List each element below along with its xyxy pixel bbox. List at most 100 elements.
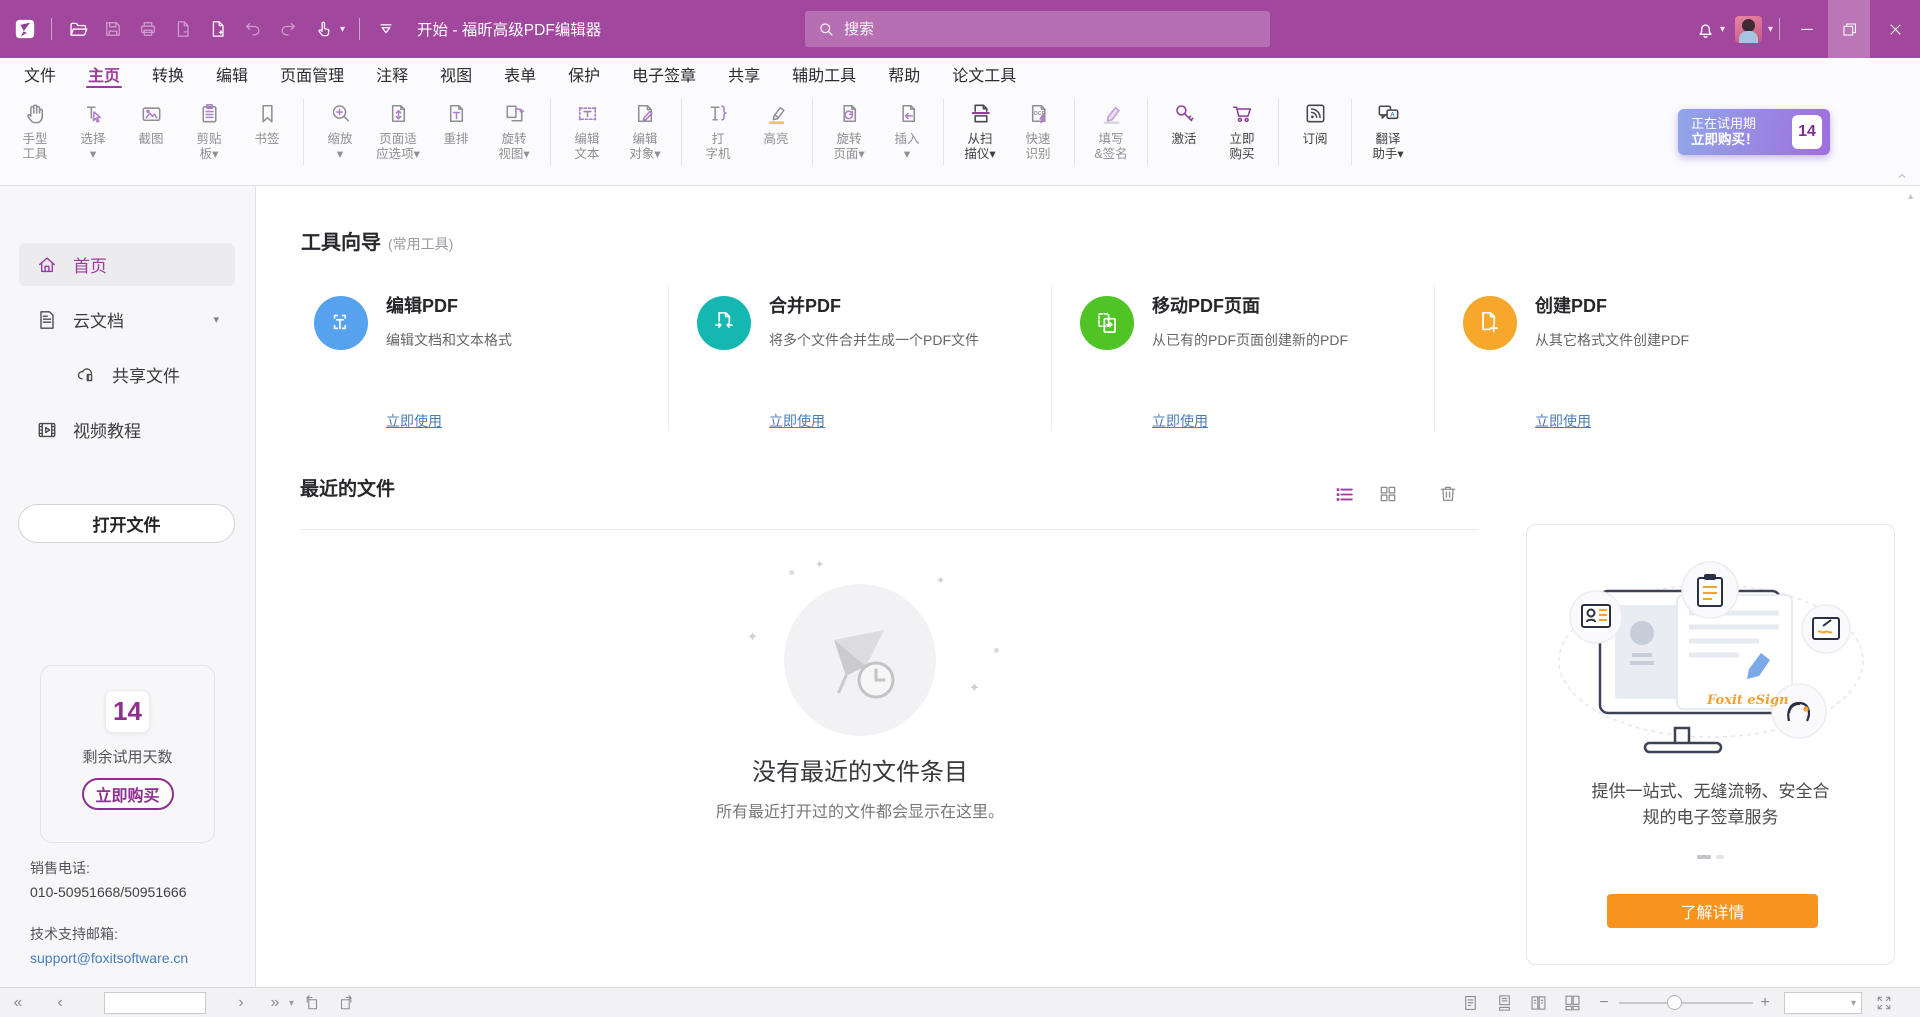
zoom-slider-track[interactable] — [1619, 1002, 1753, 1004]
page-number-input[interactable] — [105, 993, 289, 1013]
ribbon-button-subscribe[interactable]: 订阅 — [1288, 95, 1342, 165]
ribbon-group: 打字机高亮 — [691, 95, 803, 165]
menu-tab-file[interactable]: 文件 — [8, 58, 72, 88]
customize-toolbar-icon[interactable] — [374, 17, 398, 41]
minimize-button[interactable] — [1786, 0, 1828, 58]
use-now-link-edit-pdf[interactable]: 立即使用 — [386, 411, 442, 431]
ribbon-button-select-cursor[interactable]: 选择▾ — [66, 95, 120, 165]
zoom-in-button[interactable]: + — [1757, 988, 1773, 1017]
menu-tab-paper-tools[interactable]: 论文工具 — [936, 58, 1032, 88]
page-remove-icon[interactable] — [171, 17, 195, 41]
tool-card-title: 编辑PDF — [386, 292, 512, 318]
id-card-icon — [1570, 591, 1622, 643]
ribbon-button-fill-sign[interactable]: 填写&签名 — [1084, 95, 1138, 165]
ribbon-button-rotate-view[interactable]: 旋转视图▾ — [487, 95, 541, 165]
menu-tab-convert[interactable]: 转换 — [136, 58, 200, 88]
notification-caret-icon[interactable]: ▾ — [1720, 24, 1725, 35]
use-now-link-move-pdf-pages[interactable]: 立即使用 — [1152, 411, 1208, 431]
page-number-field[interactable]: ▾ — [104, 992, 206, 1014]
buy-now-button[interactable]: 立即购买 — [82, 778, 174, 810]
scrollbar-up-icon[interactable]: ▲ — [1906, 191, 1915, 201]
menu-tab-page-manage[interactable]: 页面管理 — [264, 58, 360, 88]
sidebar-item-home[interactable]: 首页 — [19, 243, 235, 286]
first-page-button[interactable]: « — [8, 988, 28, 1017]
open-file-icon[interactable] — [66, 17, 90, 41]
ribbon-button-insert-page[interactable]: 插入▾ — [880, 95, 934, 165]
ribbon-button-fit-page[interactable]: 页面适应选项▾ — [371, 95, 425, 165]
ribbon-button-hand-tool[interactable]: 手型工具 — [8, 95, 62, 165]
menu-tab-esign[interactable]: 电子签章 — [616, 58, 712, 88]
menu-tab-help[interactable]: 帮助 — [872, 58, 936, 88]
facing-view-icon[interactable] — [1526, 992, 1550, 1014]
next-view-icon[interactable] — [334, 992, 358, 1014]
chevron-down-icon[interactable]: ▾ — [213, 313, 219, 326]
user-avatar[interactable] — [1735, 16, 1762, 43]
list-view-icon[interactable] — [1332, 482, 1356, 506]
menu-tab-form[interactable]: 表单 — [488, 58, 552, 88]
facing-continuous-view-icon[interactable] — [1560, 992, 1584, 1014]
single-page-view-icon[interactable] — [1458, 992, 1482, 1014]
touch-select-icon[interactable] — [311, 17, 335, 41]
fullscreen-icon[interactable] — [1872, 992, 1896, 1014]
open-file-button[interactable]: 打开文件 — [18, 504, 235, 543]
ribbon-button-quick-ocr[interactable]: OCR快速识别 — [1011, 95, 1065, 165]
continuous-view-icon[interactable] — [1492, 992, 1516, 1014]
ribbon-separator — [303, 99, 304, 165]
ribbon-button-clipboard[interactable]: 剪贴板▾ — [182, 95, 236, 165]
carousel-dot-active[interactable] — [1697, 855, 1711, 859]
use-now-link-merge-pdf[interactable]: 立即使用 — [769, 411, 825, 431]
grid-view-icon[interactable] — [1376, 482, 1400, 506]
trash-icon[interactable] — [1436, 482, 1460, 506]
notification-bell-icon[interactable] — [1694, 17, 1718, 41]
ribbon-button-rotate-pages[interactable]: 旋转页面▾ — [822, 95, 876, 165]
sidebar-item-shared-files[interactable]: 共享文件 — [19, 353, 235, 396]
account-caret-icon[interactable]: ▾ — [1768, 24, 1773, 35]
ribbon-button-translate[interactable]: A翻译助手▾ — [1361, 95, 1415, 165]
ribbon-button-cart[interactable]: 立即购买 — [1215, 95, 1269, 165]
support-email-link[interactable]: support@foxitsoftware.cn — [30, 950, 188, 966]
global-search[interactable] — [805, 11, 1270, 47]
close-button[interactable] — [1870, 0, 1920, 58]
menu-tab-accessibility[interactable]: 辅助工具 — [776, 58, 872, 88]
ribbon-button-edit-object[interactable]: 编辑对象▾ — [618, 95, 672, 165]
redo-icon[interactable] — [276, 17, 300, 41]
ribbon-button-zoom[interactable]: 缩放▾ — [313, 95, 367, 165]
sidebar-item-cloud-docs[interactable]: 云文档▾ — [19, 298, 235, 341]
page-add-icon[interactable] — [206, 17, 230, 41]
undo-icon[interactable] — [241, 17, 265, 41]
ribbon-button-activate[interactable]: 激活 — [1157, 95, 1211, 165]
save-icon[interactable] — [101, 17, 125, 41]
ribbon-button-snapshot[interactable]: 截图 — [124, 95, 178, 165]
sidebar-item-video-tutorials[interactable]: 视频教程 — [19, 408, 235, 451]
next-page-button[interactable]: › — [231, 988, 251, 1017]
ribbon-button-scanner[interactable]: 从扫描仪▾ — [953, 95, 1007, 165]
menu-tab-comment[interactable]: 注释 — [360, 58, 424, 88]
last-page-button[interactable]: » — [265, 988, 285, 1017]
zoom-level-dropdown[interactable]: ▾ — [1784, 992, 1862, 1014]
print-icon[interactable] — [136, 17, 160, 41]
use-now-link-create-pdf[interactable]: 立即使用 — [1535, 411, 1591, 431]
touch-select-caret-icon[interactable]: ▾ — [340, 24, 345, 35]
menu-tab-home[interactable]: 主页 — [72, 58, 136, 88]
menu-tab-edit[interactable]: 编辑 — [200, 58, 264, 88]
menu-tab-view[interactable]: 视图 — [424, 58, 488, 88]
carousel-dot[interactable] — [1716, 855, 1724, 859]
page-dropdown-caret-icon[interactable]: ▾ — [289, 998, 299, 1009]
ribbon-button-bookmark[interactable]: 书签 — [240, 95, 294, 165]
trial-banner[interactable]: 正在试用期 立即购买！ 14 — [1678, 109, 1830, 155]
ribbon-button-reflow[interactable]: 重排 — [429, 95, 483, 165]
ribbon-collapse-icon[interactable] — [1896, 170, 1908, 182]
zoom-slider-thumb[interactable] — [1667, 995, 1682, 1010]
previous-page-button[interactable]: ‹ — [50, 988, 70, 1017]
menu-tab-share[interactable]: 共享 — [712, 58, 776, 88]
search-input[interactable] — [844, 21, 1258, 38]
ribbon-button-highlight[interactable]: 高亮 — [749, 95, 803, 165]
zoom-out-button[interactable]: − — [1596, 988, 1612, 1017]
menu-tab-protect[interactable]: 保护 — [552, 58, 616, 88]
ribbon-button-edit-text[interactable]: 编辑文本 — [560, 95, 614, 165]
ribbon-button-typewriter[interactable]: 打字机 — [691, 95, 745, 165]
titlebar-separator — [359, 18, 360, 40]
restore-window-button[interactable] — [1828, 0, 1870, 58]
learn-more-button[interactable]: 了解详情 — [1607, 894, 1818, 928]
previous-view-icon[interactable] — [300, 992, 324, 1014]
